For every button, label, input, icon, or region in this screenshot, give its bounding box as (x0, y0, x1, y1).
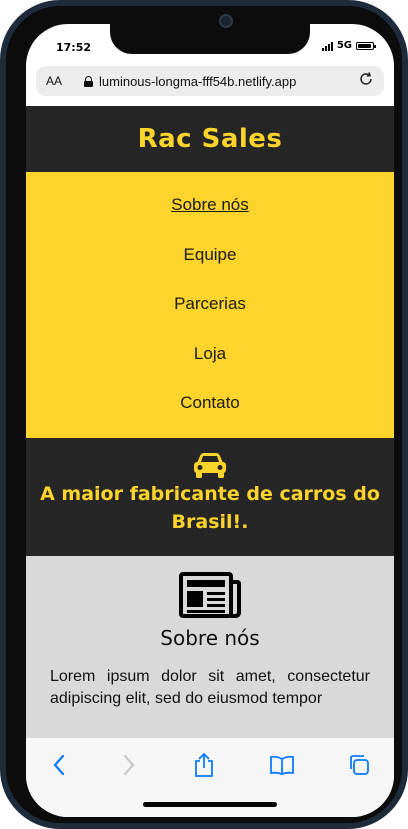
nav-item-parcerias[interactable]: Parcerias (174, 279, 246, 329)
phone-screen: 17:52 5G AA luminous-longma-fff54b.netli… (26, 24, 394, 817)
address-bar[interactable]: AA luminous-longma-fff54b.netlify.app (36, 66, 384, 96)
hero-tagline: A maior fabricante de carros do Brasil!. (40, 483, 380, 533)
network-type: 5G (336, 40, 352, 51)
lock-icon (84, 75, 94, 87)
nav-item-equipe[interactable]: Equipe (184, 230, 237, 280)
notch (110, 24, 310, 54)
share-icon[interactable] (189, 752, 219, 778)
home-indicator (143, 802, 277, 807)
text-size-button[interactable]: AA (46, 74, 62, 88)
nav-item-loja[interactable]: Loja (194, 329, 226, 379)
status-time: 17:52 (56, 41, 92, 54)
back-icon[interactable] (44, 752, 74, 778)
tabs-icon[interactable] (344, 752, 374, 778)
web-page: Rac Sales Sobre nós Equipe Parcerias Loj… (26, 106, 394, 796)
url-text[interactable]: luminous-longma-fff54b.netlify.app (99, 74, 358, 89)
battery-level (358, 43, 371, 48)
newspaper-icon (179, 572, 241, 618)
hero-banner: A maior fabricante de carros do Brasil!. (26, 438, 394, 556)
reload-icon[interactable] (358, 71, 374, 92)
signal-icon (321, 41, 333, 51)
bookmarks-icon[interactable] (267, 752, 297, 778)
site-header: Rac Sales (26, 106, 394, 172)
about-title: Sobre nós (160, 626, 260, 650)
car-icon (194, 453, 226, 478)
nav-item-sobre-nos[interactable]: Sobre nós (171, 180, 249, 230)
brand-logo[interactable]: Rac Sales (138, 124, 283, 154)
battery-icon (356, 41, 376, 50)
phone-frame: 17:52 5G AA luminous-longma-fff54b.netli… (0, 0, 408, 829)
nav-item-contato[interactable]: Contato (180, 378, 240, 428)
about-text: Lorem ipsum dolor sit amet, consectetur … (50, 668, 370, 707)
browser-toolbar (26, 737, 394, 817)
front-camera (219, 14, 233, 28)
phone-bezel: 17:52 5G AA luminous-longma-fff54b.netli… (6, 6, 402, 823)
main-nav: Sobre nós Equipe Parcerias Loja Contato (26, 172, 394, 438)
status-indicators: 5G (321, 40, 376, 51)
forward-icon[interactable] (114, 752, 144, 778)
